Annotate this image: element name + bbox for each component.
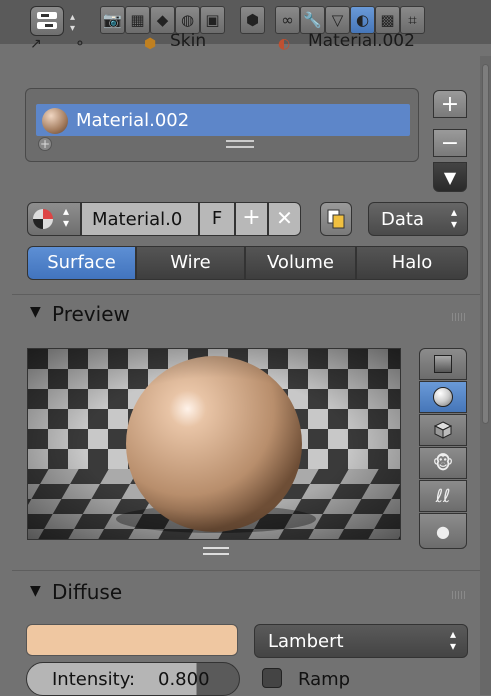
flat-icon [434, 355, 452, 373]
link-type-value: Data [381, 209, 424, 230]
material-crumb-icon: ◐ [278, 36, 291, 52]
preview-render [28, 349, 400, 539]
object-data-icon[interactable]: ⬢ [240, 6, 265, 34]
chevron-down-icon: ▼ [443, 167, 457, 187]
pin-icon[interactable]: ↗ [30, 36, 42, 52]
add-slot-button[interactable]: + [433, 90, 467, 118]
world-icon[interactable]: ◍ [175, 6, 200, 34]
cube-icon [433, 421, 453, 439]
material-slot-name: Material.002 [76, 110, 190, 131]
sphere-monkey-icon: ● [436, 521, 450, 541]
texture-icon[interactable]: ▩ [375, 6, 400, 34]
ramp-checkbox[interactable] [262, 668, 282, 688]
editor-type-arrows-icon: ▴ ▾ [70, 12, 76, 34]
diffuse-section-title[interactable]: Diffuse [52, 580, 122, 604]
panel-drag-handle[interactable] [452, 591, 466, 599]
particles-icon[interactable]: ⌗ [400, 6, 425, 34]
select-arrows-icon: ▴ ▾ [451, 205, 458, 231]
preview-resize-grip[interactable] [203, 547, 229, 555]
remove-slot-button[interactable]: − [433, 129, 467, 157]
material-preview-icon [42, 108, 68, 134]
select-arrows-icon: ▴ ▾ [450, 627, 457, 653]
tab-wire[interactable]: Wire [136, 246, 245, 280]
hair-icon: ℓℓ [435, 485, 451, 507]
scene-icon[interactable]: ◆ [150, 6, 175, 34]
preview-section-title[interactable]: Preview [52, 302, 130, 326]
tab-halo[interactable]: Halo [356, 246, 468, 280]
slot-specials-menu[interactable]: ▼ [433, 162, 467, 192]
material-preview [27, 348, 401, 540]
panel-drag-handle[interactable] [452, 313, 466, 321]
fake-user-button[interactable]: F [199, 202, 235, 236]
disclosure-triangle-icon[interactable]: ▼ [30, 583, 41, 599]
copy-icon [327, 209, 345, 229]
material-icon[interactable]: ◐ [350, 6, 375, 34]
browse-arrows-icon: ▴ ▾ [63, 204, 70, 230]
section-divider [12, 294, 480, 295]
new-material-button[interactable]: + [235, 202, 268, 236]
breadcrumb-object: Skin [170, 31, 207, 51]
preview-type-sphere-monkey[interactable]: ● [419, 513, 467, 549]
preview-type-sphere[interactable] [419, 381, 467, 413]
preview-type-hair[interactable]: ℓℓ [419, 480, 467, 512]
diffuse-shader-value: Lambert [268, 631, 344, 652]
render-icon[interactable]: 📷 [100, 6, 125, 34]
tab-surface[interactable]: Surface [27, 246, 136, 280]
data-icon[interactable]: ▽ [325, 6, 350, 34]
sphere-icon [433, 387, 453, 407]
unlink-material-button[interactable]: ✕ [268, 202, 301, 236]
tab-volume[interactable]: Volume [245, 246, 356, 280]
plus-icon: + [440, 91, 460, 117]
minus-icon: − [440, 130, 460, 156]
disclosure-triangle-icon[interactable]: ▼ [30, 304, 41, 320]
properties-editor-icon [37, 12, 57, 29]
monkey-icon: 🐵 [432, 452, 454, 474]
preview-type-monkey[interactable]: 🐵 [419, 447, 467, 479]
filter-icon[interactable]: + [38, 137, 52, 151]
section-divider [12, 570, 480, 571]
material-browse-icon [33, 209, 53, 229]
scrollbar-thumb[interactable] [482, 64, 489, 424]
material-name-value: Material.0 [92, 209, 183, 230]
constraints-icon[interactable]: ∞ [275, 6, 300, 34]
object-icon[interactable]: ▣ [200, 6, 225, 34]
render-layers-icon[interactable]: ▦ [125, 6, 150, 34]
editor-type-button[interactable] [30, 6, 64, 36]
copy-material-button[interactable] [320, 202, 352, 236]
ramp-label: Ramp [298, 669, 351, 690]
mesh-icon: ⚬ [74, 36, 86, 52]
list-resize-grip[interactable] [226, 140, 254, 148]
intensity-value: 0.800 [158, 669, 210, 690]
modifiers-icon[interactable]: 🔧 [300, 6, 325, 34]
breadcrumb-material: Material.002 [308, 31, 415, 51]
preview-type-cube[interactable] [419, 414, 467, 446]
preview-type-flat[interactable] [419, 348, 467, 380]
intensity-label: Intensity: [52, 669, 136, 690]
diffuse-color-swatch[interactable] [26, 624, 238, 656]
object-crumb-icon: ⬢ [144, 36, 157, 52]
